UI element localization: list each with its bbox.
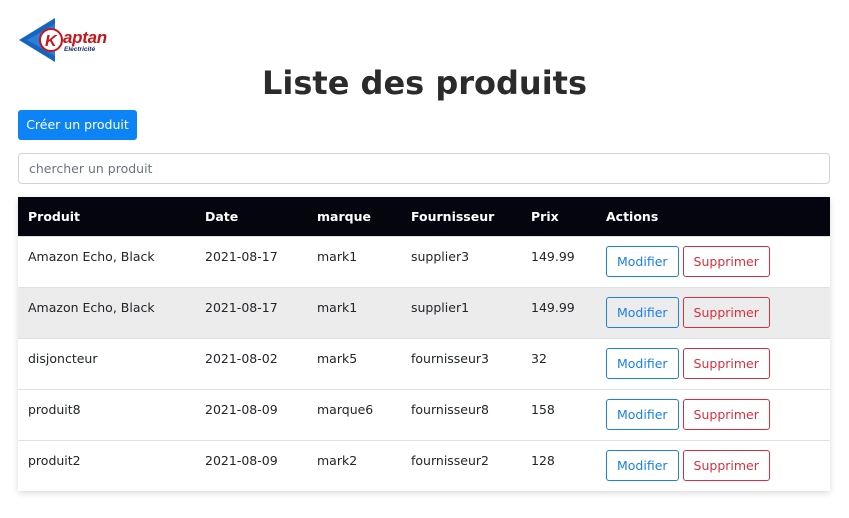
cell-fournisseur: supplier3 (411, 248, 470, 264)
cell-produit: Amazon Echo, Black (28, 299, 155, 315)
table-row: Amazon Echo, Black 2021-08-17 mark1 supp… (18, 287, 830, 338)
cell-actions: Modifier Supprimer (596, 236, 830, 287)
cell-date: 2021-08-17 (205, 299, 278, 315)
svg-text:K: K (45, 33, 58, 50)
cell-prix: 32 (531, 350, 547, 366)
table-row: produit8 2021-08-09 marque6 fournisseur8… (18, 389, 830, 440)
products-table-container: Produit Date marque Fournisseur Prix Act… (18, 197, 830, 491)
cell-date: 2021-08-02 (205, 350, 278, 366)
cell-prix: 158 (531, 401, 555, 417)
column-header-marque[interactable]: marque (307, 197, 401, 236)
table-row: disjoncteur 2021-08-02 mark5 fournisseur… (18, 338, 830, 389)
edit-button[interactable]: Modifier (606, 398, 679, 430)
cell-fournisseur: fournisseur8 (411, 401, 490, 417)
cell-marque: marque6 (317, 401, 374, 417)
cell-actions: Modifier Supprimer (596, 440, 830, 491)
edit-button[interactable]: Modifier (606, 449, 679, 481)
logo-wordmark: aptan (63, 28, 107, 47)
company-logo[interactable]: K aptan Electricité (19, 16, 109, 64)
edit-button[interactable]: Modifier (606, 347, 679, 379)
table-header-row: Produit Date marque Fournisseur Prix Act… (18, 197, 830, 236)
cell-prix: 149.99 (531, 248, 575, 264)
delete-button[interactable]: Supprimer (682, 296, 770, 328)
page-title: Liste des produits (261, 64, 587, 102)
products-table: Produit Date marque Fournisseur Prix Act… (18, 197, 830, 491)
cell-marque: mark1 (317, 248, 358, 264)
cell-date: 2021-08-09 (205, 401, 278, 417)
search-input[interactable] (18, 153, 830, 184)
cell-date: 2021-08-17 (205, 248, 278, 264)
cell-actions: Modifier Supprimer (596, 338, 830, 389)
edit-button[interactable]: Modifier (606, 245, 679, 277)
cell-produit: Amazon Echo, Black (28, 248, 155, 264)
delete-button[interactable]: Supprimer (682, 398, 770, 430)
cell-prix: 149.99 (531, 299, 575, 315)
column-header-actions: Actions (606, 208, 659, 224)
delete-button[interactable]: Supprimer (682, 449, 770, 481)
cell-marque: mark5 (317, 350, 358, 366)
cell-prix: 128 (531, 452, 555, 468)
cell-produit: produit2 (28, 452, 81, 468)
cell-actions: Modifier Supprimer (596, 287, 830, 338)
cell-fournisseur: fournisseur2 (411, 452, 490, 468)
cell-produit: produit8 (28, 401, 81, 417)
cell-fournisseur: fournisseur3 (411, 350, 490, 366)
cell-produit: disjoncteur (28, 350, 98, 366)
logo-subtitle: Electricité (64, 46, 96, 53)
cell-date: 2021-08-09 (205, 452, 278, 468)
table-row: Amazon Echo, Black 2021-08-17 mark1 supp… (18, 236, 830, 287)
edit-button[interactable]: Modifier (606, 296, 679, 328)
delete-button[interactable]: Supprimer (682, 245, 770, 277)
cell-fournisseur: supplier1 (411, 299, 470, 315)
column-header-prix[interactable]: Prix (521, 197, 596, 236)
delete-button[interactable]: Supprimer (682, 347, 770, 379)
cell-marque: mark2 (317, 452, 358, 468)
table-row: produit2 2021-08-09 mark2 fournisseur2 1… (18, 440, 830, 491)
column-header-fournisseur[interactable]: Fournisseur (401, 197, 521, 236)
column-header-date[interactable]: Date (195, 197, 307, 236)
column-header-produit[interactable]: Produit (18, 197, 195, 236)
cell-marque: mark1 (317, 299, 358, 315)
cell-actions: Modifier Supprimer (596, 389, 830, 440)
create-product-button[interactable]: Créer un produit (18, 110, 137, 140)
